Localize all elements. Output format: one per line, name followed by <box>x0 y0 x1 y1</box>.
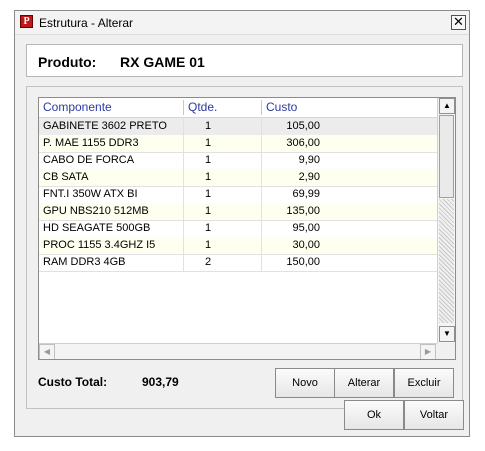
cell-custo: 30,00 <box>292 239 320 251</box>
scrollbar-track[interactable] <box>439 199 454 323</box>
cell-custo: 135,00 <box>286 205 320 217</box>
cell-qtde: 1 <box>204 205 212 217</box>
cell-custo: 95,00 <box>292 222 320 234</box>
cell-custo: 2,90 <box>298 171 320 183</box>
cell-custo: 306,00 <box>286 137 320 149</box>
close-icon: ✕ <box>453 14 464 29</box>
column-separator[interactable] <box>261 100 262 115</box>
cell-qtde: 1 <box>204 188 212 200</box>
cell-componente: P. MAE 1155 DDR3 <box>43 137 139 149</box>
cell-componente: RAM DDR3 4GB <box>43 256 126 268</box>
product-header: Produto: RX GAME 01 <box>26 44 463 77</box>
dialog-window: P Estrutura - Alterar ✕ Produto: RX GAME… <box>14 10 470 437</box>
column-header-componente[interactable]: Componente <box>43 100 112 114</box>
close-button[interactable]: ✕ <box>451 15 466 30</box>
cell-custo: 69,99 <box>292 188 320 200</box>
column-separator[interactable] <box>183 100 184 115</box>
cell-componente: HD SEAGATE 500GB <box>43 222 151 234</box>
table-row[interactable]: GPU NBS210 512MB 1 135,00 <box>39 203 437 221</box>
horizontal-scrollbar[interactable]: ◀ ▶ <box>39 343 437 359</box>
cell-componente: CABO DE FORCA <box>43 154 135 166</box>
cell-qtde: 1 <box>204 171 212 183</box>
ok-button[interactable]: Ok <box>344 400 404 430</box>
cell-qtde: 2 <box>204 256 212 268</box>
excluir-button[interactable]: Excluir <box>394 368 454 398</box>
components-grid[interactable]: Componente Qtde. Custo GABINETE 3602 PRE… <box>38 97 456 360</box>
cell-componente: FNT.I 350W ATX BI <box>43 188 138 200</box>
product-label: Produto: <box>38 54 97 70</box>
scrollbar-thumb[interactable] <box>439 115 454 198</box>
cell-componente: CB SATA <box>43 171 89 183</box>
cell-componente: PROC 1155 3.4GHZ I5 <box>43 239 156 251</box>
table-row[interactable]: CB SATA 1 2,90 <box>39 169 437 187</box>
table-row[interactable]: CABO DE FORCA 1 9,90 <box>39 152 437 170</box>
cell-qtde: 1 <box>204 120 212 132</box>
scroll-up-icon[interactable]: ▲ <box>439 98 455 114</box>
components-panel: Componente Qtde. Custo GABINETE 3602 PRE… <box>26 86 463 409</box>
total-cost-label: Custo Total: <box>38 375 108 389</box>
scroll-down-icon[interactable]: ▼ <box>439 326 455 342</box>
app-logo-icon: P <box>20 15 33 28</box>
column-header-qtde[interactable]: Qtde. <box>188 100 217 114</box>
cell-custo: 9,90 <box>298 154 320 166</box>
voltar-button[interactable]: Voltar <box>404 400 464 430</box>
table-row[interactable]: PROC 1155 3.4GHZ I5 1 30,00 <box>39 237 437 255</box>
scroll-left-icon[interactable]: ◀ <box>39 344 55 359</box>
product-name: RX GAME 01 <box>120 54 205 70</box>
table-row[interactable]: RAM DDR3 4GB 2 150,00 <box>39 254 437 272</box>
cell-custo: 105,00 <box>286 120 320 132</box>
grid-header: Componente Qtde. Custo <box>39 98 437 118</box>
cell-qtde: 1 <box>204 222 212 234</box>
cell-qtde: 1 <box>204 239 212 251</box>
title-bar[interactable]: P Estrutura - Alterar ✕ <box>15 11 469 35</box>
table-row[interactable]: HD SEAGATE 500GB 1 95,00 <box>39 220 437 238</box>
table-row[interactable]: GABINETE 3602 PRETO 1 105,00 <box>39 118 437 136</box>
alterar-button[interactable]: Alterar <box>334 368 394 398</box>
column-header-custo[interactable]: Custo <box>266 100 297 114</box>
scrollbar-corner <box>437 343 455 359</box>
total-cost-value: 903,79 <box>142 375 179 389</box>
novo-button[interactable]: Novo <box>275 368 335 398</box>
scroll-right-icon[interactable]: ▶ <box>420 344 436 359</box>
table-row[interactable]: P. MAE 1155 DDR3 1 306,00 <box>39 135 437 153</box>
cell-custo: 150,00 <box>286 256 320 268</box>
cell-componente: GABINETE 3602 PRETO <box>43 120 167 132</box>
vertical-scrollbar[interactable]: ▲ ▼ <box>437 98 455 343</box>
cell-componente: GPU NBS210 512MB <box>43 205 149 217</box>
cell-qtde: 1 <box>204 154 212 166</box>
table-row[interactable]: FNT.I 350W ATX BI 1 69,99 <box>39 186 437 204</box>
cell-qtde: 1 <box>204 137 212 149</box>
window-title: Estrutura - Alterar <box>39 16 134 30</box>
